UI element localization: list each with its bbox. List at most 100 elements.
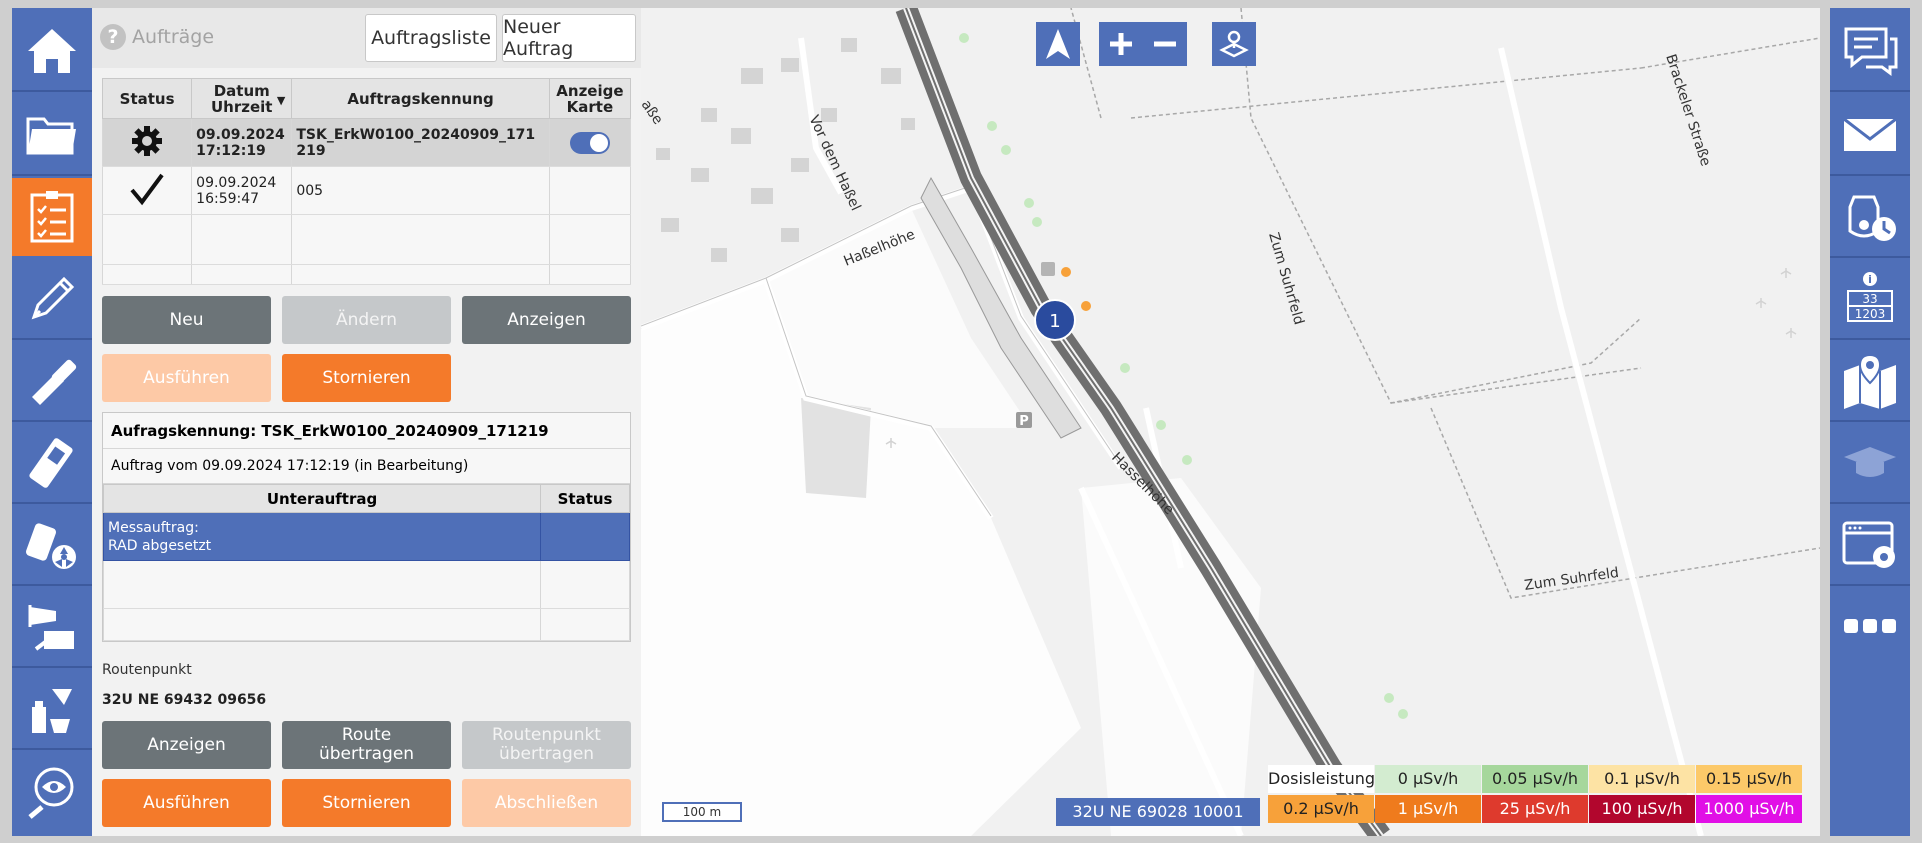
map-canvas[interactable]: P Vor dem Haßel Haßelhöhe Hasselhöhe Zum…	[641, 8, 1820, 836]
zoom-out-button[interactable]	[1143, 22, 1187, 66]
table-row	[101, 264, 632, 285]
map-layers-button[interactable]	[1212, 22, 1256, 66]
nav-files[interactable]	[12, 96, 92, 174]
nav-training[interactable]	[1830, 424, 1910, 502]
windsock-icon	[28, 605, 74, 651]
plus-icon	[1110, 33, 1132, 55]
execute-order-button[interactable]: Ausführen	[102, 354, 271, 402]
layers-location-icon	[1219, 30, 1249, 58]
show-route-button[interactable]: Anzeigen	[102, 721, 271, 769]
nav-device[interactable]	[12, 424, 92, 502]
table-row	[102, 560, 630, 609]
execute-route-button[interactable]: Ausführen	[102, 779, 271, 827]
right-navigation: i 33 1203	[1830, 8, 1910, 836]
page-title: Aufträge	[132, 26, 215, 48]
order-date-status: Auftrag vom 09.09.2024 17:12:19 (in Bear…	[103, 449, 630, 484]
legend-item: 0.05 µSv/h	[1482, 765, 1588, 793]
nav-chat[interactable]	[1830, 12, 1910, 90]
minus-icon	[1154, 41, 1176, 47]
mask-clock-icon	[1848, 195, 1896, 241]
show-order-button[interactable]: Anzeigen	[462, 296, 631, 344]
info-table-icon: i 331203	[1847, 272, 1893, 322]
col-suborder[interactable]: Unterauftrag	[102, 484, 542, 513]
panel-header: ? Aufträge Auftragsliste Neuer Auftrag	[92, 8, 641, 68]
legend-title: Dosisleistung	[1268, 765, 1375, 793]
map-pin-icon	[1844, 353, 1896, 409]
col-datetime[interactable]: Datum Uhrzeit ▼	[191, 78, 293, 119]
transfer-routepoint-button[interactable]: Routenpunkt übertragen	[462, 721, 631, 769]
chat-bubbles-icon	[1844, 27, 1898, 76]
order-id-cell: TSK_ErkW0100_20240909_171 219	[291, 118, 550, 167]
table-row[interactable]: Messauftrag: RAD abgesetzt	[102, 512, 630, 561]
transfer-route-button[interactable]: Route übertragen	[282, 721, 451, 769]
table-row	[102, 608, 630, 641]
nav-more[interactable]	[1830, 588, 1910, 666]
nav-protective-time[interactable]	[1830, 178, 1910, 256]
nav-orders[interactable]	[12, 178, 92, 256]
legend-item: 1000 µSv/h	[1696, 795, 1802, 823]
suborder-table: Unterauftrag Status Messauftrag: RAD abge…	[102, 484, 630, 641]
nav-home[interactable]	[12, 12, 92, 90]
datetime-cell: 09.09.2024 17:12:19	[191, 118, 293, 167]
legend-item: 0.2 µSv/h	[1268, 795, 1374, 823]
cursor-coordinate: 32U NE 69028 10001	[1056, 798, 1260, 826]
map-toggle-cell	[548, 166, 632, 215]
map-view[interactable]: P Vor dem Haßel Haßelhöhe Hasselhöhe Zum…	[641, 8, 1820, 836]
svg-text:P: P	[1019, 414, 1029, 429]
envelope-icon	[1843, 117, 1897, 151]
nav-map[interactable]	[1830, 342, 1910, 420]
help-icon[interactable]: ?	[100, 24, 126, 50]
home-icon	[28, 29, 76, 73]
map-display-toggle[interactable]	[569, 131, 610, 154]
table-row[interactable]: 09.09.2024 16:59:47 005	[101, 166, 632, 215]
svg-text:i: i	[1868, 273, 1872, 286]
nav-messages[interactable]	[1830, 96, 1910, 174]
nav-settings[interactable]	[1830, 506, 1910, 584]
north-arrow-icon	[1046, 29, 1070, 59]
svg-text:33: 33	[1862, 292, 1877, 306]
routepoint-value: 32U NE 69432 09656	[102, 692, 267, 708]
nav-pen[interactable]	[12, 260, 92, 338]
nav-observe[interactable]	[12, 752, 92, 830]
status-cell	[101, 166, 193, 215]
tab-order-list[interactable]: Auftragsliste	[365, 14, 497, 62]
checkmark-icon	[130, 173, 164, 205]
datetime-cell: 09.09.2024 16:59:47	[191, 166, 293, 215]
col-status[interactable]: Status	[101, 78, 193, 119]
col-order-id[interactable]: Auftragskennung	[291, 78, 550, 119]
map-toggle-cell	[548, 118, 632, 167]
col-map-display[interactable]: Anzeige Karte	[548, 78, 632, 119]
eye-magnifier-icon	[28, 767, 74, 819]
window-settings-icon	[1842, 521, 1895, 568]
north-arrow-button[interactable]	[1036, 22, 1080, 66]
complete-route-button[interactable]: Abschließen	[462, 779, 631, 827]
edit-order-button[interactable]: Ändern	[282, 296, 451, 344]
tab-new-order[interactable]: Neuer Auftrag	[502, 14, 636, 62]
dose-rate-legend: Dosisleistung 0 µSv/h 0.05 µSv/h 0.1 µSv…	[1268, 765, 1809, 823]
table-row[interactable]: 09.09.2024 17:12:19 TSK_ErkW0100_20240909…	[101, 118, 632, 167]
pen-icon	[31, 276, 75, 320]
legend-item: 100 µSv/h	[1589, 795, 1695, 823]
col-suborder-status[interactable]: Status	[540, 484, 630, 513]
nav-probe[interactable]	[12, 342, 92, 420]
legend-item: 0.1 µSv/h	[1589, 765, 1695, 793]
nav-radiation[interactable]	[12, 506, 92, 584]
order-detail: Aufragskennung: TSK_ErkW0100_20240909_17…	[102, 412, 631, 642]
nav-wind[interactable]	[12, 588, 92, 666]
nav-info-table[interactable]: i 33 1203	[1830, 260, 1910, 338]
routepoint-marker-label: 1	[1049, 311, 1060, 332]
zoom-in-button[interactable]	[1099, 22, 1143, 66]
table-row	[101, 214, 632, 265]
cancel-route-button[interactable]: Stornieren	[282, 779, 451, 827]
legend-item: 1 µSv/h	[1375, 795, 1481, 823]
sampling-bottle-icon	[32, 689, 72, 733]
probe-icon	[32, 359, 77, 405]
new-order-button[interactable]: Neu	[102, 296, 271, 344]
legend-item: 0 µSv/h	[1375, 765, 1481, 793]
cancel-order-button[interactable]: Stornieren	[282, 354, 451, 402]
folder-icon	[26, 117, 76, 155]
toggle-knob	[589, 133, 608, 152]
more-icon	[1844, 619, 1896, 633]
nav-sampling[interactable]	[12, 670, 92, 748]
dosimeter-radiation-icon	[25, 523, 76, 569]
